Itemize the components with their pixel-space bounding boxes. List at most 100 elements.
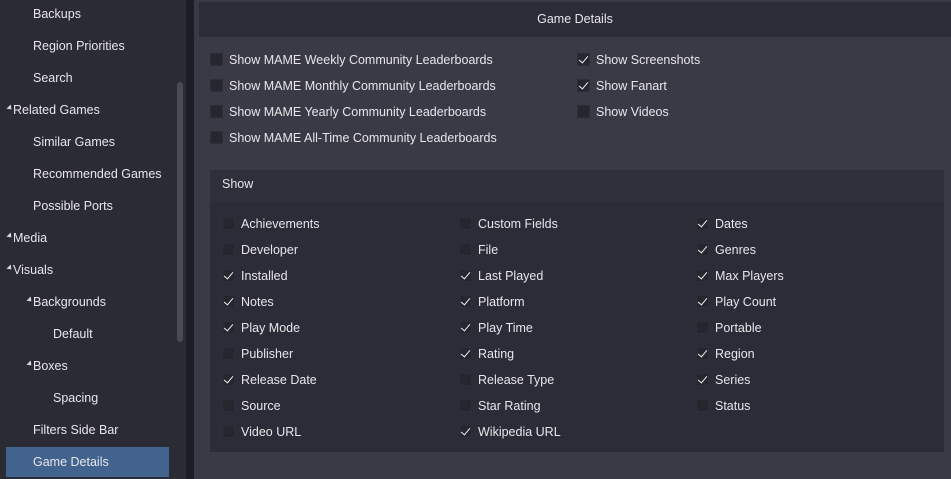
checkmark-icon bbox=[460, 321, 471, 332]
checkmark-icon bbox=[460, 425, 471, 436]
checkbox-box[interactable] bbox=[696, 243, 709, 256]
checkbox-box[interactable] bbox=[222, 295, 235, 308]
checkbox-label: Wikipedia URL bbox=[478, 425, 561, 439]
sidebar-item-similar-games[interactable]: Similar Games bbox=[6, 127, 169, 157]
checkbox-label: Platform bbox=[478, 295, 525, 309]
checkbox-box[interactable] bbox=[210, 131, 223, 144]
checkbox-box[interactable] bbox=[459, 269, 472, 282]
checkbox-label: Play Mode bbox=[241, 321, 301, 335]
checkbox-label: Notes bbox=[241, 295, 274, 309]
sidebar-item-label: Backups bbox=[33, 7, 81, 21]
checkbox-box[interactable] bbox=[222, 425, 235, 438]
sidebar-item-search[interactable]: Search bbox=[6, 63, 169, 93]
checkbox-label: Show MAME All-Time Community Leaderboard… bbox=[229, 131, 497, 145]
checkmark-icon bbox=[223, 269, 234, 280]
sidebar-item-boxes[interactable]: Boxes bbox=[6, 351, 169, 381]
checkmark-icon bbox=[578, 79, 589, 90]
sidebar-item-label: Boxes bbox=[33, 359, 68, 373]
sidebar-item-label: Default bbox=[53, 327, 93, 341]
sidebar-item-label: Possible Ports bbox=[33, 199, 113, 213]
checkbox-label: Dates bbox=[715, 217, 748, 231]
checkbox-label: Show Fanart bbox=[596, 79, 667, 93]
sidebar-item-region-priorities[interactable]: Region Priorities bbox=[6, 31, 169, 61]
sidebar-item-related-games[interactable]: Related Games bbox=[6, 95, 169, 125]
checkbox-box[interactable] bbox=[696, 321, 709, 334]
checkbox-label: Achievements bbox=[241, 217, 320, 231]
checkbox-label: File bbox=[478, 243, 499, 257]
checkbox-box[interactable] bbox=[696, 373, 709, 386]
sidebar-item-label: Related Games bbox=[13, 103, 100, 117]
checkmark-icon bbox=[697, 295, 708, 306]
checkbox-label: Play Time bbox=[478, 321, 533, 335]
checkbox-box[interactable] bbox=[459, 347, 472, 360]
checkbox-box[interactable] bbox=[222, 269, 235, 282]
sidebar-item-label: Region Priorities bbox=[33, 39, 125, 53]
sidebar-item-backups[interactable]: Backups bbox=[6, 0, 169, 29]
checkbox-label: Series bbox=[715, 373, 751, 387]
sidebar-item-label: Search bbox=[33, 71, 73, 85]
checkbox-label: Video URL bbox=[241, 425, 302, 439]
checkbox-label: Last Played bbox=[478, 269, 544, 283]
sidebar-item-filters-side-bar[interactable]: Filters Side Bar bbox=[6, 415, 169, 445]
checkbox-box[interactable] bbox=[459, 373, 472, 386]
show-group: Show Achievements Developer Installed Notes… bbox=[210, 170, 944, 452]
sidebar-item-label: Recommended Games bbox=[33, 167, 162, 181]
checkbox-box[interactable] bbox=[222, 373, 235, 386]
sidebar-item-label: Visuals bbox=[13, 263, 54, 277]
checkbox-box[interactable] bbox=[210, 79, 223, 92]
checkbox-box[interactable] bbox=[459, 321, 472, 334]
sidebar-item-possible-ports[interactable]: Possible Ports bbox=[6, 191, 169, 221]
checkbox-box[interactable] bbox=[577, 53, 590, 66]
checkbox-box[interactable] bbox=[696, 347, 709, 360]
checkbox-label: Installed bbox=[241, 269, 288, 283]
checkbox-label: Region bbox=[715, 347, 755, 361]
checkbox-box[interactable] bbox=[459, 295, 472, 308]
checkbox-box[interactable] bbox=[459, 217, 472, 230]
sidebar-scrollbar-thumb[interactable] bbox=[177, 82, 183, 342]
sidebar-item-spacing[interactable]: Spacing bbox=[6, 383, 169, 413]
checkbox-box[interactable] bbox=[222, 217, 235, 230]
checkbox-box[interactable] bbox=[696, 295, 709, 308]
checkbox-box[interactable] bbox=[459, 243, 472, 256]
checkbox-box[interactable] bbox=[696, 399, 709, 412]
checkbox-label: Source bbox=[241, 399, 281, 413]
checkbox-box[interactable] bbox=[222, 347, 235, 360]
checkbox-box[interactable] bbox=[459, 399, 472, 412]
sidebar-item-media[interactable]: Media bbox=[6, 223, 169, 253]
sidebar-item-label: Filters Side Bar bbox=[33, 423, 119, 437]
sidebar-item-label: Backgrounds bbox=[33, 295, 106, 309]
sidebar-item-label: Media bbox=[13, 231, 48, 245]
sidebar-item-visuals[interactable]: Visuals bbox=[6, 255, 169, 285]
sidebar-item-backgrounds[interactable]: Backgrounds bbox=[6, 287, 169, 317]
show-group-title: Show bbox=[210, 170, 944, 202]
checkbox-label: Release Type bbox=[478, 373, 555, 387]
checkbox-label: Rating bbox=[478, 347, 515, 361]
pane-splitter[interactable] bbox=[186, 0, 194, 479]
checkbox-label: Genres bbox=[715, 243, 756, 257]
sidebar-item-label: Similar Games bbox=[33, 135, 115, 149]
checkmark-icon bbox=[223, 295, 234, 306]
sidebar-item-game-details[interactable]: Game Details bbox=[6, 447, 169, 477]
checkbox-box[interactable] bbox=[210, 53, 223, 66]
checkbox-box[interactable] bbox=[696, 217, 709, 230]
checkbox-box[interactable] bbox=[210, 105, 223, 118]
checkbox-box[interactable] bbox=[577, 79, 590, 92]
checkbox-label: Publisher bbox=[241, 347, 294, 361]
sidebar-item-recommended-games[interactable]: Recommended Games bbox=[6, 159, 169, 189]
checkmark-icon bbox=[460, 295, 471, 306]
checkbox-box[interactable] bbox=[222, 321, 235, 334]
checkbox-box[interactable] bbox=[696, 269, 709, 282]
checkmark-icon bbox=[223, 321, 234, 332]
checkbox-box[interactable] bbox=[222, 243, 235, 256]
checkbox-label: Play Count bbox=[715, 295, 777, 309]
sidebar-scrollbar[interactable] bbox=[176, 0, 184, 479]
checkbox-label: Max Players bbox=[715, 269, 784, 283]
checkbox-label: Portable bbox=[715, 321, 762, 335]
checkbox-box[interactable] bbox=[222, 399, 235, 412]
sidebar-item-label: Game Details bbox=[33, 455, 109, 469]
checkmark-icon bbox=[460, 347, 471, 358]
checkbox-box[interactable] bbox=[577, 105, 590, 118]
sidebar-item-default[interactable]: Default bbox=[6, 319, 169, 349]
checkbox-box[interactable] bbox=[459, 425, 472, 438]
checkbox-label: Status bbox=[715, 399, 751, 413]
